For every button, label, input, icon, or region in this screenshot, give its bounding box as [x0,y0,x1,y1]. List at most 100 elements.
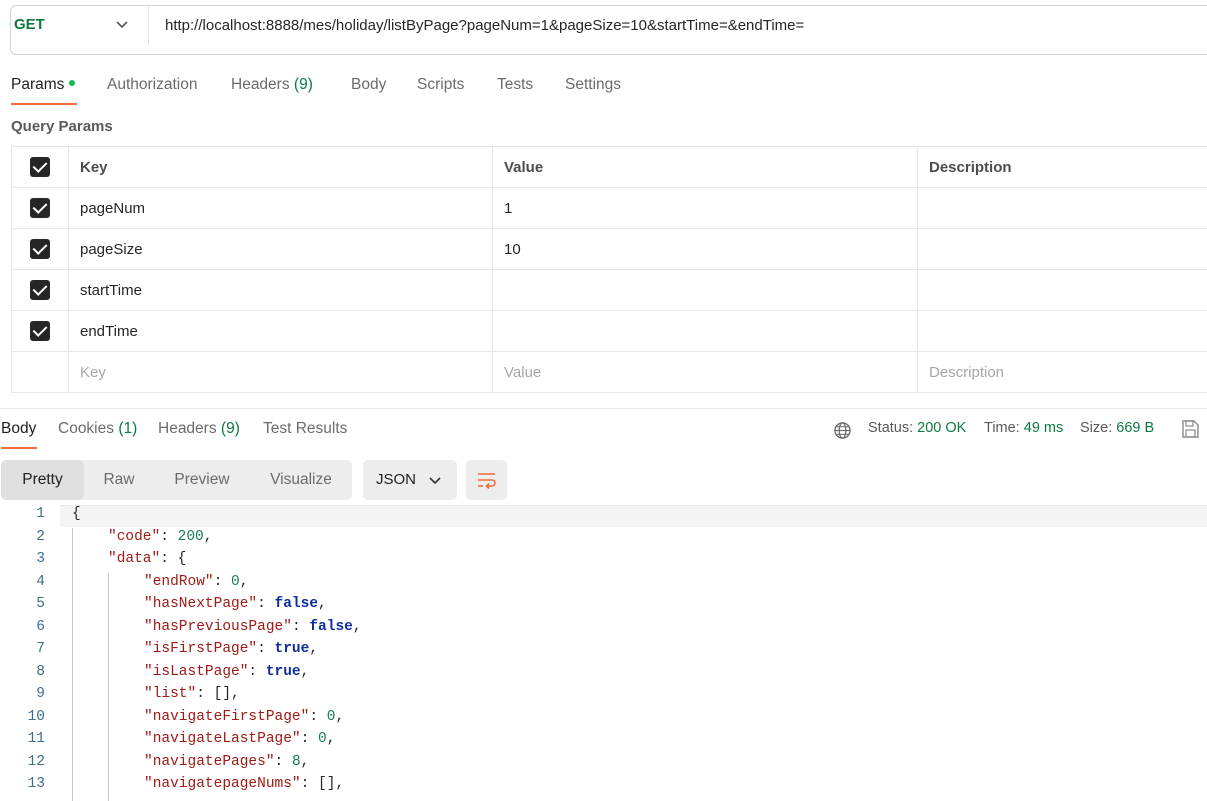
query-params-title: Query Params [11,118,113,135]
row-checkbox[interactable] [30,280,50,300]
table-header-row: Key Value Description [11,146,1207,188]
param-value[interactable] [492,310,918,352]
param-value[interactable]: 10 [492,228,918,270]
tab-count: (1) [118,420,138,437]
line-number: 3 [36,551,45,567]
view-raw-button[interactable]: Raw [84,460,154,500]
param-key[interactable]: startTime [68,269,493,311]
view-preview-button[interactable]: Preview [154,460,250,500]
status-value: 200 OK [917,420,967,436]
line-number: 6 [36,618,45,635]
tab-scripts[interactable]: Scripts [417,76,464,94]
tab-body[interactable]: Body [351,76,386,94]
code-text: "hasNextPage": false, [144,596,327,612]
size-value: 669 B [1116,420,1155,436]
code-line: 1{ [0,506,1207,529]
time-label: Time: [984,420,1020,436]
size-indicator[interactable]: Size: 669 B [1080,420,1154,436]
method-label: GET [14,16,45,33]
view-visualize-button[interactable]: Visualize [250,460,352,500]
code-line: 3 "data": { [0,551,1207,574]
size-label: Size: [1080,420,1113,436]
tab-tests[interactable]: Tests [497,76,533,94]
line-number: 5 [36,596,45,612]
code-text: "isLastPage": true, [144,663,310,680]
code-text: { [72,506,81,522]
param-value[interactable]: 1 [492,187,918,229]
active-tab-indicator [11,103,77,105]
tab-label: Scripts [417,76,465,93]
row-checkbox[interactable] [30,198,50,218]
code-line: 11 "navigateLastPage": 0, [0,731,1207,754]
line-number: 11 [27,731,45,747]
param-key[interactable]: pageSize [68,228,493,270]
line-number: 1 [36,506,45,522]
active-tab-indicator [1,447,37,449]
code-text: "navigatepageNums": [], [144,776,345,792]
code-line: 8 "isLastPage": true, [0,664,1207,687]
code-text: "code": 200, [108,528,213,545]
chevron-down-icon [116,21,128,29]
params-active-dot [69,79,76,86]
wrap-lines-icon [478,473,496,490]
code-text: "navigatePages": 8, [144,753,310,770]
tab-authorization[interactable]: Authorization [107,76,197,94]
code-line: 12 "navigatePages": 8, [0,754,1207,777]
tab-label: Headers [231,76,290,93]
param-key[interactable]: pageNum [68,187,493,229]
column-header-value: Value [492,146,918,188]
table-row: pageSize 10 [11,228,1207,270]
format-label: JSON [376,471,417,488]
tab-settings[interactable]: Settings [565,76,621,94]
param-description[interactable] [917,269,1207,311]
line-number: 13 [27,776,45,792]
tab-params[interactable]: Params [11,76,76,94]
tab-label: Tests [497,76,534,93]
line-number: 4 [36,573,45,590]
globe-icon[interactable] [833,421,852,440]
chevron-down-icon [429,477,441,485]
column-header-key: Key [68,146,493,188]
status-label: Status: [868,420,914,436]
view-pretty-button[interactable]: Pretty [1,460,84,500]
save-response-icon[interactable] [1180,419,1200,439]
code-text: "isFirstPage": true, [144,641,319,657]
table-row: endTime [11,310,1207,352]
row-checkbox[interactable] [30,321,50,341]
param-value[interactable] [492,269,918,311]
new-value-input[interactable]: Value [492,351,918,393]
param-description[interactable] [917,310,1207,352]
code-line: 7 "isFirstPage": true, [0,641,1207,664]
code-text: "hasPreviousPage": false, [144,618,362,635]
status-indicator[interactable]: Status: 200 OK [868,420,966,436]
code-line: 4 "endRow": 0, [0,574,1207,597]
response-tab-body[interactable]: Body [1,420,36,438]
param-description[interactable] [917,187,1207,229]
url-input[interactable] [165,14,1195,36]
code-line: 10 "navigateFirstPage": 0, [0,709,1207,732]
tab-count: (9) [293,76,313,93]
tab-label: Body [351,76,387,93]
new-key-input[interactable]: Key [68,351,493,393]
new-description-input[interactable]: Description [917,351,1207,393]
line-number: 10 [27,708,45,725]
code-text: "navigateFirstPage": 0, [144,708,345,725]
tab-label: Body [1,420,37,437]
time-indicator[interactable]: Time: 49 ms [984,420,1063,436]
response-tab-test-results[interactable]: Test Results [263,420,347,438]
code-line: 9 "list": [], [0,686,1207,709]
code-line: 2 "code": 200, [0,529,1207,552]
response-tab-cookies[interactable]: Cookies (1) [58,420,137,438]
method-select[interactable]: GET [14,13,134,37]
select-all-checkbox[interactable] [30,157,50,177]
tab-label: Test Results [263,420,348,437]
table-row-new: Key Value Description [11,351,1207,393]
tab-headers[interactable]: Headers (9) [231,76,313,94]
code-text: "endRow": 0, [144,573,249,590]
tab-label: Params [11,76,65,93]
response-tab-headers[interactable]: Headers (9) [158,420,240,438]
code-line: 6 "hasPreviousPage": false, [0,619,1207,642]
row-checkbox[interactable] [30,239,50,259]
param-key[interactable]: endTime [68,310,493,352]
param-description[interactable] [917,228,1207,270]
